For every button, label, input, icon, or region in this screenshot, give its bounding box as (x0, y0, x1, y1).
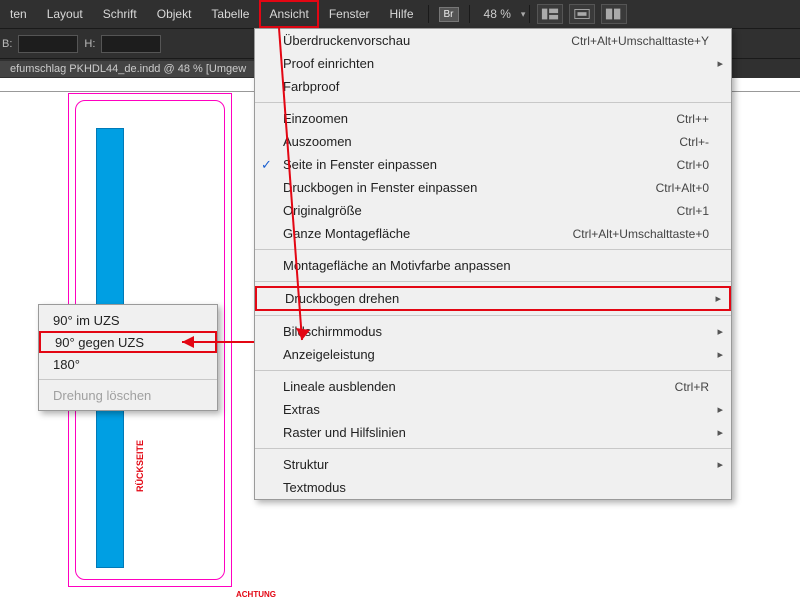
menu-item-label: Druckbogen in Fenster einpassen (283, 180, 477, 195)
menu-item-label: Lineale ausblenden (283, 379, 396, 394)
shortcut-label: Ctrl+R (675, 380, 709, 394)
menu-item-label: Überdruckenvorschau (283, 33, 410, 48)
menu-item-label: Struktur (283, 457, 329, 472)
separator (529, 5, 530, 23)
menu-item-tabelle[interactable]: Tabelle (201, 0, 259, 28)
submenu-arrow-icon: ▸ (717, 426, 723, 439)
menu-item--berdruckenvorschau[interactable]: Überdruckenvorschau Ctrl+Alt+Umschalttast… (255, 29, 731, 52)
menu-item-label: Textmodus (283, 480, 346, 495)
menu-item-label: Bildschirmmodus (283, 324, 382, 339)
menu-item-label: Originalgröße (283, 203, 362, 218)
shortcut-label: Ctrl+Alt+Umschalttaste+Y (571, 34, 709, 48)
submenu-item-180-[interactable]: 180° (39, 353, 217, 375)
height-field[interactable] (101, 35, 161, 53)
menu-item-hilfe[interactable]: Hilfe (380, 0, 424, 28)
menubar: ten Layout Schrift Objekt Tabelle Ansich… (0, 0, 800, 28)
submenu-item-90-gegen-uzs[interactable]: 90° gegen UZS (39, 331, 217, 353)
menu-item-montagefl-che-an-motivfarbe-anpassen[interactable]: Montagefläche an Motivfarbe anpassen (255, 254, 731, 277)
menu-item-objekt[interactable]: Objekt (147, 0, 202, 28)
shortcut-label: Ctrl++ (676, 112, 709, 126)
menu-item-lineale-ausblenden[interactable]: Lineale ausblenden Ctrl+R (255, 375, 731, 398)
menu-item-originalgr-e[interactable]: Originalgröße Ctrl+1 (255, 199, 731, 222)
menu-item-farbproof[interactable]: Farbproof (255, 75, 731, 98)
submenu-arrow-icon: ▸ (717, 403, 723, 416)
screen-mode-icon[interactable] (569, 4, 595, 24)
zoom-percent[interactable]: 48 % (484, 7, 511, 21)
height-label: H: (84, 38, 95, 50)
shortcut-label: Ctrl+0 (677, 158, 709, 172)
menu-item-extras[interactable]: Extras ▸ (255, 398, 731, 421)
rueckseite-label: RÜCKSEITE (135, 440, 145, 492)
submenu-item-label: 180° (53, 357, 80, 372)
shortcut-label: Ctrl+- (679, 135, 709, 149)
menu-item-raster-und-hilfslinien[interactable]: Raster und Hilfslinien ▸ (255, 421, 731, 444)
menu-item-label: Ganze Montagefläche (283, 226, 410, 241)
menu-item-label: Montagefläche an Motivfarbe anpassen (283, 258, 511, 273)
ansicht-dropdown: Überdruckenvorschau Ctrl+Alt+Umschalttast… (254, 28, 732, 500)
submenu-arrow-icon: ▸ (717, 325, 723, 338)
shortcut-label: Ctrl+1 (677, 204, 709, 218)
menu-item-layout[interactable]: Layout (37, 0, 93, 28)
achtung-label: ACHTUNG (236, 590, 276, 599)
menu-item-label: Seite in Fenster einpassen (283, 157, 437, 172)
menu-item-label: Einzoomen (283, 111, 348, 126)
shortcut-label: Ctrl+Alt+Umschalttaste+0 (573, 227, 709, 241)
submenu-item-label: Drehung löschen (53, 388, 151, 403)
submenu-item-label: 90° gegen UZS (55, 335, 144, 350)
menu-item-auszoomen[interactable]: Auszoomen Ctrl+- (255, 130, 731, 153)
menu-item-label: Auszoomen (283, 134, 352, 149)
menu-item-ansicht[interactable]: Ansicht (259, 0, 318, 28)
menu-item-seite-in-fenster-einpassen[interactable]: ✓ Seite in Fenster einpassen Ctrl+0 (255, 153, 731, 176)
check-icon: ✓ (261, 157, 272, 173)
submenu-arrow-icon: ▸ (715, 292, 721, 305)
menu-item-druckbogen-drehen[interactable]: Druckbogen drehen ▸ (255, 286, 731, 311)
menu-item-einzoomen[interactable]: Einzoomen Ctrl++ (255, 107, 731, 130)
menu-item-struktur[interactable]: Struktur ▸ (255, 453, 731, 476)
submenu-item-label: 90° im UZS (53, 313, 120, 328)
druckbogen-drehen-submenu: 90° im UZS 90° gegen UZS 180° Drehung lösch… (38, 304, 218, 411)
menu-item-anzeigeleistung[interactable]: Anzeigeleistung ▸ (255, 343, 731, 366)
menu-item-textmodus[interactable]: Textmodus (255, 476, 731, 499)
menu-item-label: Druckbogen drehen (285, 291, 399, 306)
separator (428, 5, 429, 23)
menu-item-bearbeiten-cut[interactable]: ten (0, 0, 37, 28)
width-label: B: (2, 38, 12, 50)
menu-item-schrift[interactable]: Schrift (93, 0, 147, 28)
document-tab[interactable]: efumschlag PKHDL44_de.indd @ 48 % [Umgew (0, 61, 256, 77)
menu-item-proof-einrichten[interactable]: Proof einrichten ▸ (255, 52, 731, 75)
menu-item-fenster[interactable]: Fenster (319, 0, 380, 28)
menu-item-druckbogen-in-fenster-einpassen[interactable]: Druckbogen in Fenster einpassen Ctrl+Alt+… (255, 176, 731, 199)
view-options-icon[interactable] (537, 4, 563, 24)
bridge-button[interactable]: Br (439, 7, 459, 22)
submenu-arrow-icon: ▸ (717, 458, 723, 471)
arrange-icon[interactable] (601, 4, 627, 24)
submenu-item-drehung-l-schen: Drehung löschen (39, 384, 217, 406)
menu-item-label: Proof einrichten (283, 56, 374, 71)
menu-item-label: Raster und Hilfslinien (283, 425, 406, 440)
menu-item-bildschirmmodus[interactable]: Bildschirmmodus ▸ (255, 320, 731, 343)
menu-item-label: Farbproof (283, 79, 339, 94)
submenu-arrow-icon: ▸ (717, 57, 723, 70)
menu-item-ganze-montagefl-che[interactable]: Ganze Montagefläche Ctrl+Alt+Umschalttast… (255, 222, 731, 245)
chevron-down-icon[interactable]: ▾ (521, 9, 526, 20)
width-field[interactable] (18, 35, 78, 53)
menu-item-label: Anzeigeleistung (283, 347, 375, 362)
submenu-item-90-im-uzs[interactable]: 90° im UZS (39, 309, 217, 331)
shortcut-label: Ctrl+Alt+0 (656, 181, 709, 195)
menu-item-label: Extras (283, 402, 320, 417)
submenu-arrow-icon: ▸ (717, 348, 723, 361)
separator (469, 5, 470, 23)
